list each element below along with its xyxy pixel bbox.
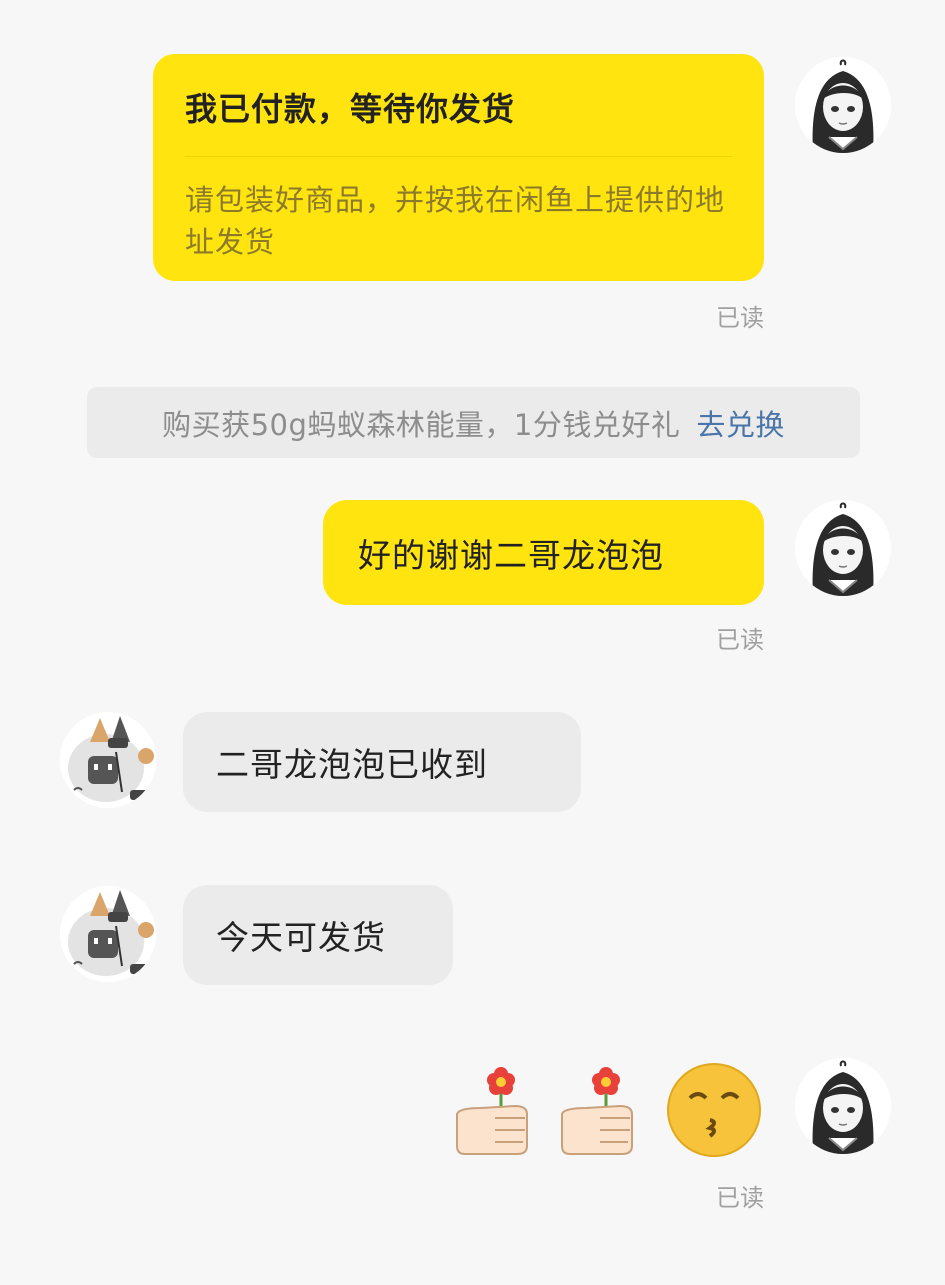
my-avatar[interactable] — [795, 1058, 891, 1154]
thumb-flower-icon — [451, 1058, 531, 1158]
message-text: 好的谢谢二哥龙泡泡 — [358, 535, 664, 575]
message-text: 今天可发货 — [216, 918, 386, 957]
card-divider — [185, 156, 732, 157]
read-status: 已读 — [716, 626, 764, 654]
thumb-flower-icon — [556, 1058, 636, 1158]
order-card-body: 请包装好商品，并按我在闲鱼上提供的地址发货 — [185, 183, 726, 259]
read-status: 已读 — [716, 1184, 764, 1212]
read-status: 已读 — [716, 304, 764, 332]
order-card-title: 我已付款，等待你发货 — [185, 90, 516, 128]
seller-message-bubble[interactable]: 今天可发货 — [183, 885, 453, 985]
seller-avatar[interactable] — [60, 886, 156, 982]
message-text: 二哥龙泡泡已收到 — [216, 745, 488, 784]
seller-avatar[interactable] — [60, 712, 156, 808]
my-avatar[interactable] — [795, 57, 891, 153]
redeem-link[interactable]: 去兑换 — [696, 402, 785, 444]
system-notice: 购买获50g蚂蚁森林能量，1分钱兑好礼 去兑换 — [87, 387, 860, 458]
kissing-face-icon — [664, 1058, 764, 1158]
order-paid-card[interactable]: 我已付款，等待你发货 请包装好商品，并按我在闲鱼上提供的地址发货 — [153, 54, 764, 281]
my-avatar[interactable] — [795, 500, 891, 596]
my-message-bubble[interactable]: 好的谢谢二哥龙泡泡 — [323, 500, 764, 605]
system-notice-text: 购买获50g蚂蚁森林能量，1分钱兑好礼 — [162, 407, 681, 442]
seller-message-bubble[interactable]: 二哥龙泡泡已收到 — [183, 712, 581, 812]
